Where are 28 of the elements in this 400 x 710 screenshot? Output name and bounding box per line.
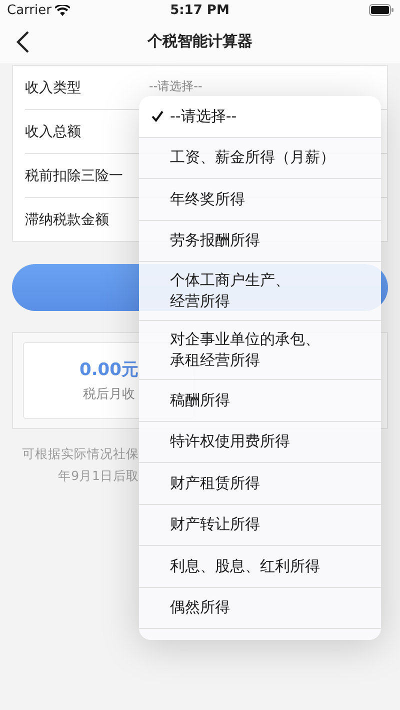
menu-item[interactable]: 对企事业单位的承包、承租经营所得	[139, 321, 381, 380]
menu-item[interactable]: 财产转让所得	[139, 504, 381, 546]
menu-item[interactable]: 特许权使用费所得	[139, 422, 381, 463]
amount-value: 0.00元	[80, 359, 138, 381]
menu-item[interactable]: 年终奖所得	[139, 179, 381, 220]
menu-item[interactable]: 劳务报酬所得	[139, 220, 381, 262]
menu-item[interactable]: 工资、薪金所得（月薪）	[139, 138, 381, 179]
back-icon[interactable]	[16, 31, 30, 53]
field-label: 税前扣除三险一	[25, 166, 124, 184]
amount-caption: 税后月收	[83, 386, 135, 403]
battery-icon	[368, 4, 394, 16]
status-time: 5:17 PM	[170, 2, 230, 18]
menu-item[interactable]: 稿酬所得	[139, 380, 381, 422]
carrier-text: Carrier	[7, 2, 52, 18]
field-label: 收入类型	[25, 78, 82, 96]
menu-item[interactable]: 个体工商户生产、经营所得	[139, 262, 381, 321]
field-label: 滞纳税款金额	[25, 210, 110, 228]
select-field[interactable]: --请选择--	[149, 78, 202, 95]
field-label: 收入总额	[25, 122, 82, 140]
screen-title: 个税智能计算器	[148, 32, 252, 51]
menu-item[interactable]: 偶然所得	[139, 588, 381, 629]
menu-item[interactable]: 财产租赁所得	[139, 463, 381, 504]
wifi-icon	[55, 4, 70, 16]
note-text: 年9月1日后取	[57, 467, 139, 485]
menu-item[interactable]: --请选择--	[139, 96, 381, 138]
checkmark-icon	[151, 110, 164, 122]
menu-item[interactable]: 利息、股息、红利所得	[139, 546, 381, 588]
note-text: 可根据实际情况社保	[21, 445, 139, 463]
